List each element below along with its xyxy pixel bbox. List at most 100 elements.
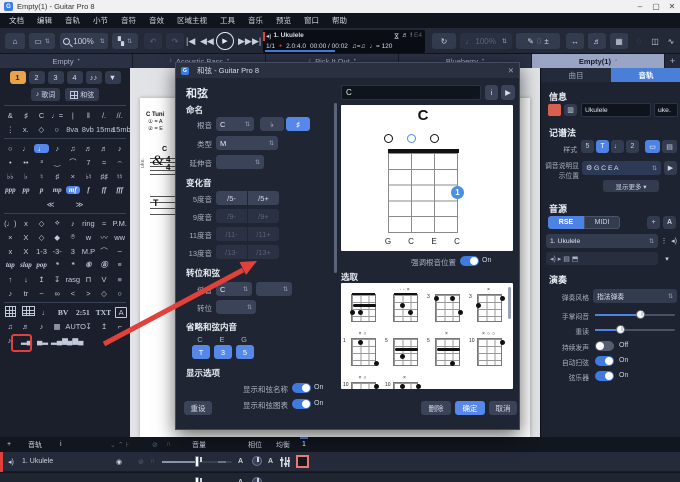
flat-button[interactable]: ♭	[260, 117, 284, 131]
speaker-icon[interactable]: ◂)	[668, 234, 680, 248]
chord-name-input[interactable]: C	[341, 85, 481, 100]
signal-chain[interactable]: ◂) ▸ ▤ ⬒	[546, 252, 658, 265]
palette-icon[interactable]: ♮♮	[112, 172, 127, 181]
chord-variant[interactable]: ×○○10	[475, 331, 502, 371]
palette-icon[interactable]: ♭	[19, 172, 34, 181]
edit-counter-control[interactable]: ✎0±	[516, 33, 560, 49]
palette-icon[interactable]: ⌒	[97, 246, 112, 257]
palette-icon[interactable]: ww	[112, 233, 127, 242]
palette-icon[interactable]: ⌐	[112, 322, 127, 331]
palette-icon[interactable]: x	[3, 247, 18, 256]
accent-slider[interactable]	[595, 329, 675, 331]
palette-icon[interactable]: ◇	[34, 125, 49, 134]
palette-icon[interactable]: ♪	[50, 144, 65, 153]
tuning-play-button[interactable]: ▶	[664, 161, 677, 175]
palette-icon[interactable]: ↥	[97, 322, 112, 331]
inversion-select[interactable]: ⇅	[216, 300, 256, 314]
palette-icon[interactable]: 8va	[65, 125, 80, 134]
menu-item[interactable]: 工具	[220, 15, 235, 26]
palette-icon[interactable]: *	[66, 261, 81, 269]
go-last-button[interactable]: ▶|	[252, 33, 261, 49]
new-tab-button[interactable]: +	[665, 54, 680, 68]
notation-standard-button[interactable]: 5	[581, 140, 594, 153]
menu-item[interactable]: 编辑	[37, 15, 52, 26]
palette-icon[interactable]: ff	[97, 186, 112, 194]
mic-icon[interactable]: ♬	[588, 33, 606, 49]
pan-auto-button[interactable]: A	[268, 458, 273, 465]
dialog-scrollbar[interactable]	[334, 103, 337, 273]
text-button[interactable]: TXT	[95, 308, 113, 317]
bass-select[interactable]: C⇅	[216, 282, 252, 296]
chord-variant[interactable]	[349, 287, 376, 327]
palette-icon[interactable]: /.	[97, 111, 112, 120]
palette-icon[interactable]: ×	[66, 172, 81, 181]
palette-icon[interactable]: ♫	[3, 322, 18, 331]
doc-tab-empty[interactable]: Empty•	[0, 54, 133, 68]
collapse-icons[interactable]: ⌄ ⌃ ⊦	[110, 441, 129, 449]
track-display[interactable]: ◂) 1. Ukulele ⋈ ♬ ! E4 1/1 ● 2.0:4.0 00:…	[263, 30, 425, 53]
tab-song[interactable]: 曲目	[541, 68, 611, 82]
hairpin-icon[interactable]: ≫	[72, 200, 87, 209]
fretboard-diagram-button[interactable]	[21, 306, 36, 318]
palette-icon[interactable]: ∞	[50, 289, 65, 298]
palette-icon[interactable]: ↧	[50, 275, 65, 284]
slash-note-button[interactable]: ♩	[39, 308, 52, 317]
zoom-control[interactable]: 100%⇅	[60, 33, 108, 49]
menu-item[interactable]: 文档	[9, 15, 24, 26]
home-button[interactable]: ⌂	[5, 33, 25, 49]
rewind-button[interactable]: ◀◀	[200, 33, 214, 49]
palette-icon[interactable]: Π	[81, 275, 96, 284]
chord-variant[interactable]: ×5	[433, 331, 460, 371]
add-track-button[interactable]: +	[7, 441, 11, 448]
diagram-grid[interactable]	[388, 153, 458, 233]
alt9-minus-button[interactable]: /9-	[216, 209, 247, 223]
palette-icon[interactable]: ×	[3, 233, 18, 242]
add-sound-button[interactable]: +	[647, 216, 660, 229]
palette-icon[interactable]: ○	[3, 144, 18, 153]
voice-3-button[interactable]: 3	[48, 71, 64, 84]
forward-button[interactable]: ▶▶	[238, 33, 252, 49]
palette-icon[interactable]: X	[19, 247, 34, 256]
palette-icon[interactable]: 8vb	[81, 125, 96, 134]
palette-icon[interactable]: ⟡	[50, 218, 65, 228]
view-vertical-button[interactable]: ▤	[662, 140, 677, 153]
volume-auto-button[interactable]: A	[238, 458, 243, 465]
alt13-minus-button[interactable]: /13-	[216, 245, 247, 259]
view-mode-button[interactable]: ▭ ⇅	[29, 33, 55, 49]
palette-icon[interactable]: pop	[34, 261, 49, 269]
palette-icon[interactable]: ◇	[97, 289, 112, 298]
voice-4-button[interactable]: 4	[67, 71, 83, 84]
palette-icon[interactable]: tr	[19, 289, 34, 298]
palette-icon[interactable]: 7	[81, 158, 96, 167]
mute-all-icon[interactable]: ⊘	[152, 441, 158, 449]
bv-button[interactable]: BV	[55, 308, 71, 317]
palette-icon[interactable]: ♪	[34, 322, 49, 331]
mute-icon[interactable]: ⊘	[138, 458, 144, 466]
palette-icon[interactable]: ♭♭	[3, 172, 18, 181]
let-ring-toggle[interactable]	[595, 341, 614, 351]
palette-icon[interactable]: 〰	[97, 232, 112, 243]
palette-icon[interactable]: ≡	[112, 275, 127, 284]
more-options-icon[interactable]: ⋮	[660, 234, 668, 248]
pin-icon[interactable]: •	[78, 58, 80, 64]
palette-icon[interactable]: ♯	[19, 111, 34, 120]
palette-icon[interactable]: Ⓑ	[97, 260, 112, 270]
hairpin-icon[interactable]: ≪	[43, 200, 58, 209]
countin-icon[interactable]: !	[410, 32, 412, 39]
palette-icon[interactable]: w	[81, 233, 96, 242]
palette-icon[interactable]: ↧	[81, 322, 96, 331]
midi-button[interactable]: MIDI	[584, 216, 620, 229]
palette-icon[interactable]: ↓	[19, 275, 34, 284]
close-button[interactable]: ✕	[664, 0, 680, 13]
palette-icon[interactable]: ⌾	[66, 232, 81, 242]
palette-icon[interactable]: 15ma	[96, 125, 111, 134]
volume-slider[interactable]	[162, 461, 232, 463]
palette-icon[interactable]: ♯♯	[97, 172, 112, 181]
voice-2-button[interactable]: 2	[29, 71, 45, 84]
amp-icon[interactable]: ◫	[648, 33, 662, 49]
palette-icon[interactable]: ♪	[3, 289, 18, 298]
chord-diagram-panel[interactable]: C 1 G C E C	[341, 105, 513, 251]
menu-item[interactable]: 音轨	[65, 15, 80, 26]
eq-fader-icon[interactable]	[280, 457, 290, 467]
palette-icon[interactable]: X	[19, 233, 34, 242]
